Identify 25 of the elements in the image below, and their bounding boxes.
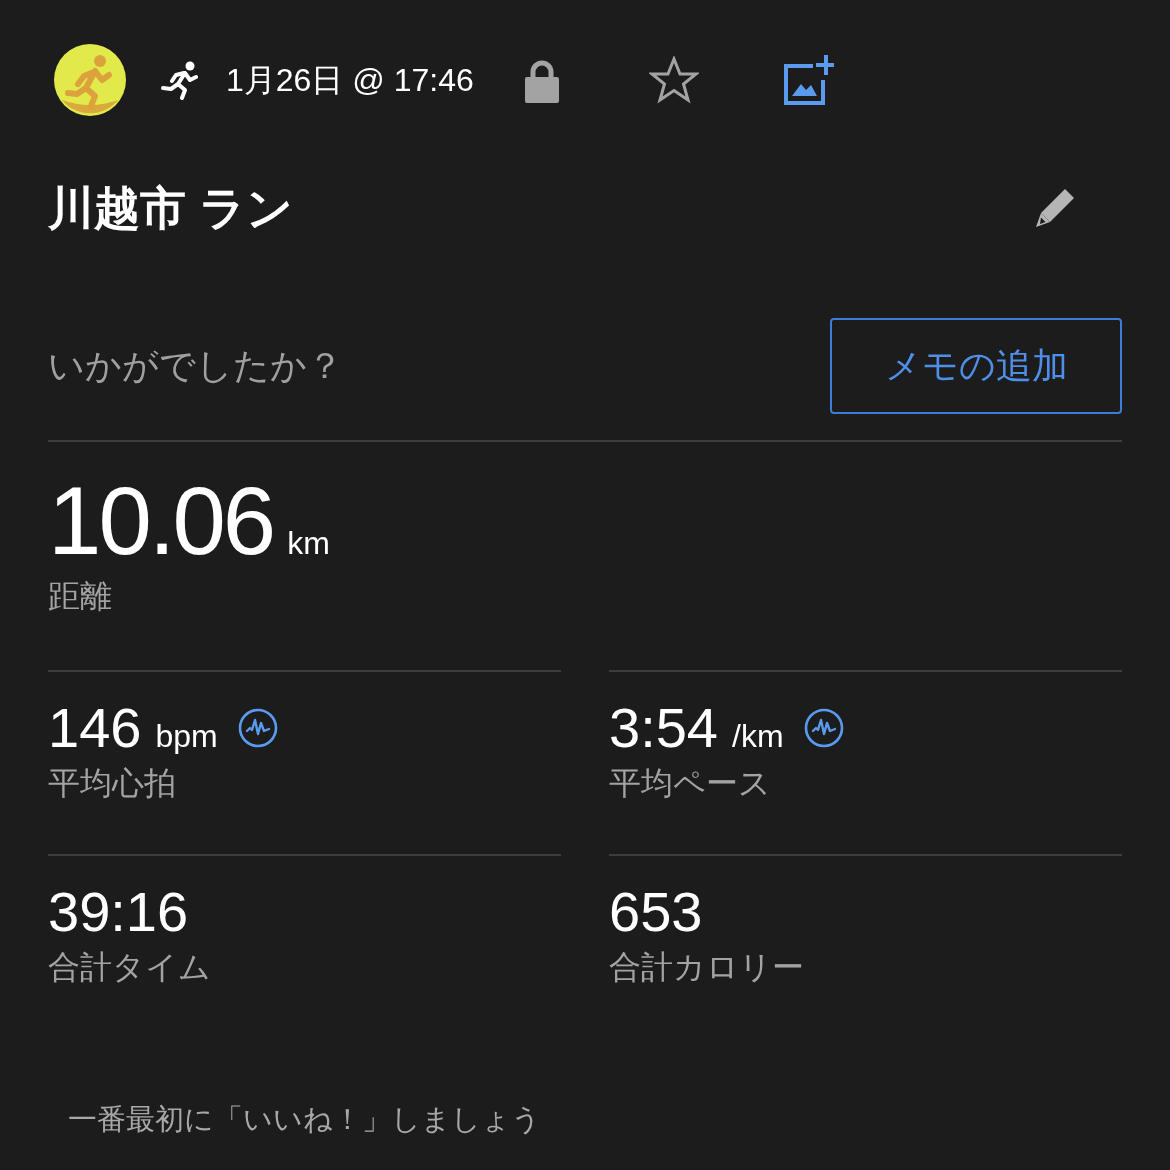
- distance-unit: km: [287, 524, 330, 563]
- feedback-prompt: いかがでしたか？: [48, 344, 343, 388]
- like-prompt: 一番最初に「いいね！」しましょう: [68, 1102, 541, 1136]
- stat-label: 平均ペース: [609, 765, 771, 801]
- activity-title: 川越市 ラン: [48, 181, 293, 236]
- distance-value: 10.06: [48, 473, 274, 569]
- stat-unit: bpm: [155, 717, 218, 756]
- stat-label: 平均心拍: [48, 765, 176, 801]
- stat-value: 39:16: [48, 884, 189, 940]
- runner-badge-icon: [54, 44, 126, 116]
- pulse-icon[interactable]: [803, 708, 844, 748]
- stat-value: 146: [48, 700, 142, 756]
- pulse-icon[interactable]: [237, 708, 278, 748]
- add-note-button[interactable]: メモの追加: [830, 318, 1122, 414]
- stat-label: 合計タイム: [48, 949, 211, 985]
- activity-date: 1月26日 @ 17:46: [226, 61, 474, 100]
- distance-label: 距離: [48, 578, 112, 614]
- star-icon[interactable]: [648, 56, 699, 104]
- stat-value: 3:54: [609, 700, 718, 756]
- add-photo-icon[interactable]: [781, 54, 834, 106]
- stat-label: 合計カロリー: [609, 949, 804, 985]
- stat-unit: /km: [732, 717, 784, 756]
- pencil-icon[interactable]: [1033, 186, 1077, 230]
- runner-icon: [160, 60, 200, 100]
- stat-value: 653: [609, 884, 703, 940]
